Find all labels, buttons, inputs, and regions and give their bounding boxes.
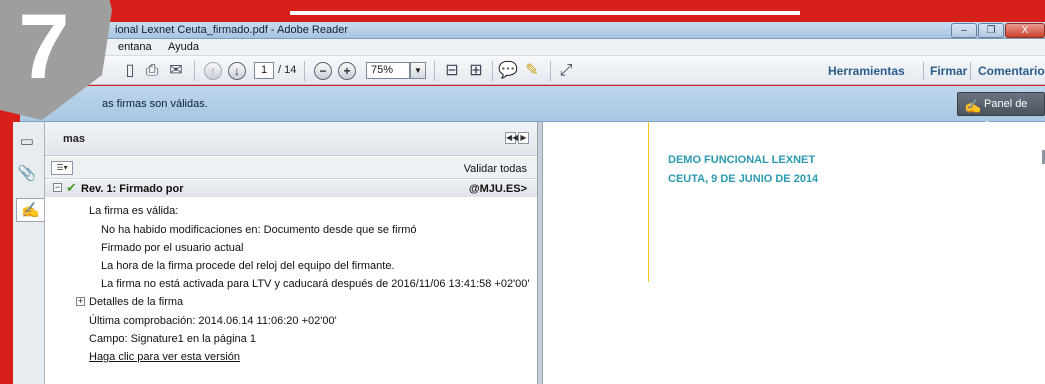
tools-pane-button[interactable]: Herramientas [828,64,905,78]
toolbar-separator [550,61,551,81]
list-item: La firma es válida: [89,205,179,217]
options-menu-icon[interactable]: ☰▾ [51,161,73,175]
list-item: Campo: Signature1 en la página 1 [89,333,256,345]
menu-ayuda[interactable]: Ayuda [168,41,199,53]
badge-number: 7 [18,0,69,98]
list-item: La hora de la firma procede del reloj de… [101,260,395,272]
window-titlebar: ional Lexnet Ceuta_firmado.pdf - Adobe R… [20,22,1045,39]
margin-line [648,122,649,282]
frame-edge [0,122,13,384]
step-number-badge: 7 [0,0,112,120]
list-item: La firma no está activada para LTV y cad… [101,278,530,290]
fit-width-icon[interactable]: ⊞ [466,61,486,81]
revision-label: Rev. 1: Firmado por [81,183,184,195]
signature-panel-title: mas [63,133,86,145]
signature-panel-button[interactable]: ✍ Panel de firma [957,92,1045,132]
next-page-button[interactable]: ↓ [228,62,246,80]
chevron-down-icon[interactable]: ▼ [410,62,426,79]
signature-notice-bar: as firmas son válidas. ✍ Panel de firma [20,86,1045,132]
collapse-icon[interactable]: − [53,183,62,192]
view-version-link[interactable]: Haga clic para ver esta versión [89,351,240,363]
page-number-input[interactable]: 1 [254,62,274,79]
save-icon[interactable]: ▯ [120,61,140,81]
toolbar-separator [434,61,435,81]
page-total: / 14 [278,64,297,76]
top-frame [0,0,1045,22]
toolbar-separator [194,61,195,81]
menu-ventana[interactable]: entana [118,41,152,53]
signature-pen-icon: ✍ [964,98,982,114]
zoom-in-button[interactable]: + [338,62,356,80]
toolbar: ▯ ⎙ ✉ ↑ ↓ 1 / 14 − + 75% ▼ ⊟ ⊞ 💬 ✎ ⤢ Her… [20,56,1045,85]
signature-panel-toolbar: ☰▾ Validar todas [45,157,537,179]
highlight-icon[interactable]: ✎ [522,61,542,81]
maximize-button[interactable]: ❐ [978,23,1004,38]
signatures-icon[interactable]: ✍ [16,198,44,222]
comment-icon[interactable]: 💬 [498,61,518,81]
revision-row[interactable]: − ✔ Rev. 1: Firmado por @MJU.ES> [45,180,537,197]
toolbar-separator [923,62,924,80]
close-button[interactable]: X [1005,23,1045,38]
email-icon[interactable]: ✉ [166,61,186,81]
expand-icon[interactable]: ⤢ [556,61,576,81]
menubar: entana Ayuda [20,39,1045,56]
toolbar-separator [970,62,971,80]
collapse-left-icon[interactable]: ◀◀ [505,132,518,144]
toolbar-separator [304,61,305,81]
signature-panel: mas ◀◀ ▶ ☰▾ Validar todas − ✔ Rev. 1: Fi… [45,122,537,384]
comment-pane-button[interactable]: Comentario [978,64,1045,78]
signer-email: @MJU.ES> [468,183,527,195]
print-icon[interactable]: ⎙ [142,61,162,81]
validate-all-button[interactable]: Validar todas [464,163,527,175]
expand-icon[interactable]: + [76,297,85,306]
zoom-select[interactable]: 75% [366,62,410,79]
signature-panel-header: mas ◀◀ ▶ [45,122,537,156]
sign-pane-button[interactable]: Firmar [930,64,967,78]
screenshot-frame: ional Lexnet Ceuta_firmado.pdf - Adobe R… [0,0,1045,384]
signature-details-item[interactable]: Detalles de la firma [89,296,183,308]
fit-page-icon[interactable]: ⊟ [442,61,462,81]
left-navigation-strip: ▭ 📎 ✍ [0,122,45,384]
list-item: Firmado por el usuario actual [101,242,244,254]
zoom-out-button[interactable]: − [314,62,332,80]
window-controls: – ❐ X [950,22,1045,39]
document-subtitle: CEUTA, 9 DE JUNIO DE 2014 [668,173,819,185]
minimize-button[interactable]: – [951,23,977,38]
previous-page-button[interactable]: ↑ [204,62,222,80]
expand-right-icon[interactable]: ▶ [518,132,529,144]
window-title: ional Lexnet Ceuta_firmado.pdf - Adobe R… [115,24,348,36]
signature-status-message: as firmas son válidas. [102,98,208,110]
list-item: No ha habido modificaciones en: Document… [101,224,417,236]
attachment-icon[interactable]: 📎 [16,162,38,186]
pages-icon[interactable]: ▭ [16,130,38,154]
valid-signature-icon: ✔ [66,180,77,195]
document-view[interactable]: DEMO FUNCIONAL LEXNET CEUTA, 9 DE JUNIO … [543,122,1045,384]
list-item: Última comprobación: 2014.06.14 11:06:20… [89,315,337,327]
toolbar-separator [492,61,493,81]
document-title: DEMO FUNCIONAL LEXNET [668,154,816,166]
